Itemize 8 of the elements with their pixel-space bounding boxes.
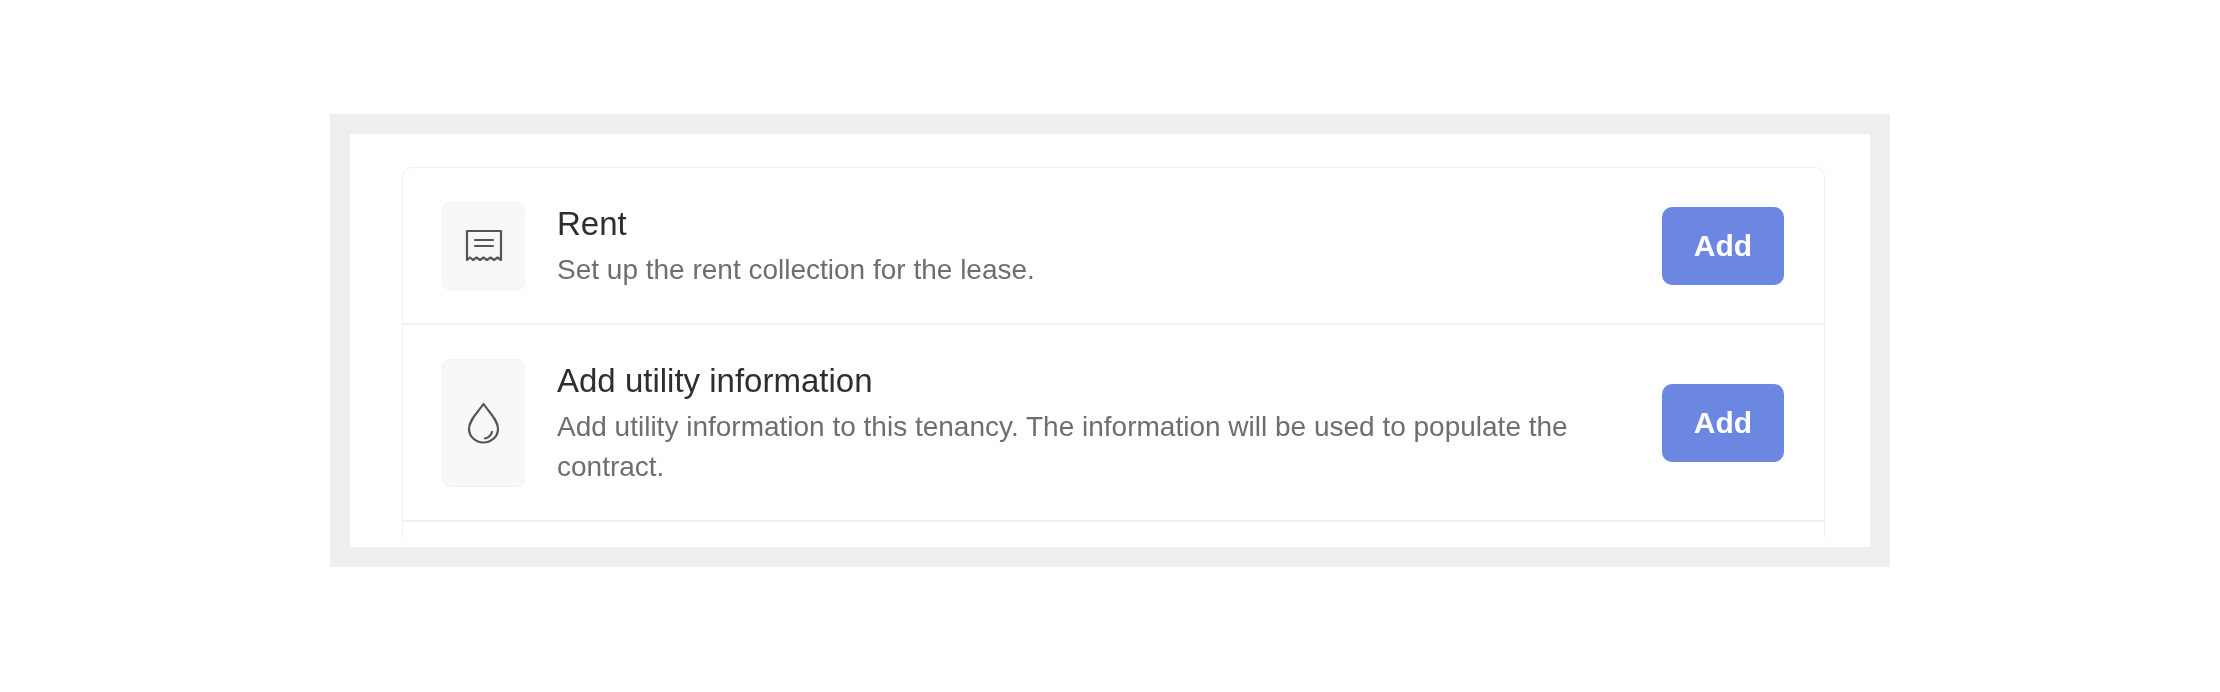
item-title: Add utility information bbox=[557, 361, 874, 401]
item-description: Add utility information to this tenancy. The information will be used to populate the contract. bbox=[557, 410, 1569, 484]
add-button[interactable]: Add bbox=[1662, 207, 1784, 285]
drop-icon bbox=[442, 359, 525, 487]
item-title: Rent bbox=[557, 204, 628, 244]
add-button[interactable]: Add bbox=[1662, 384, 1784, 462]
item-description: Set up the rent collection for the lease. bbox=[557, 253, 1036, 287]
receipt-icon bbox=[442, 202, 525, 290]
